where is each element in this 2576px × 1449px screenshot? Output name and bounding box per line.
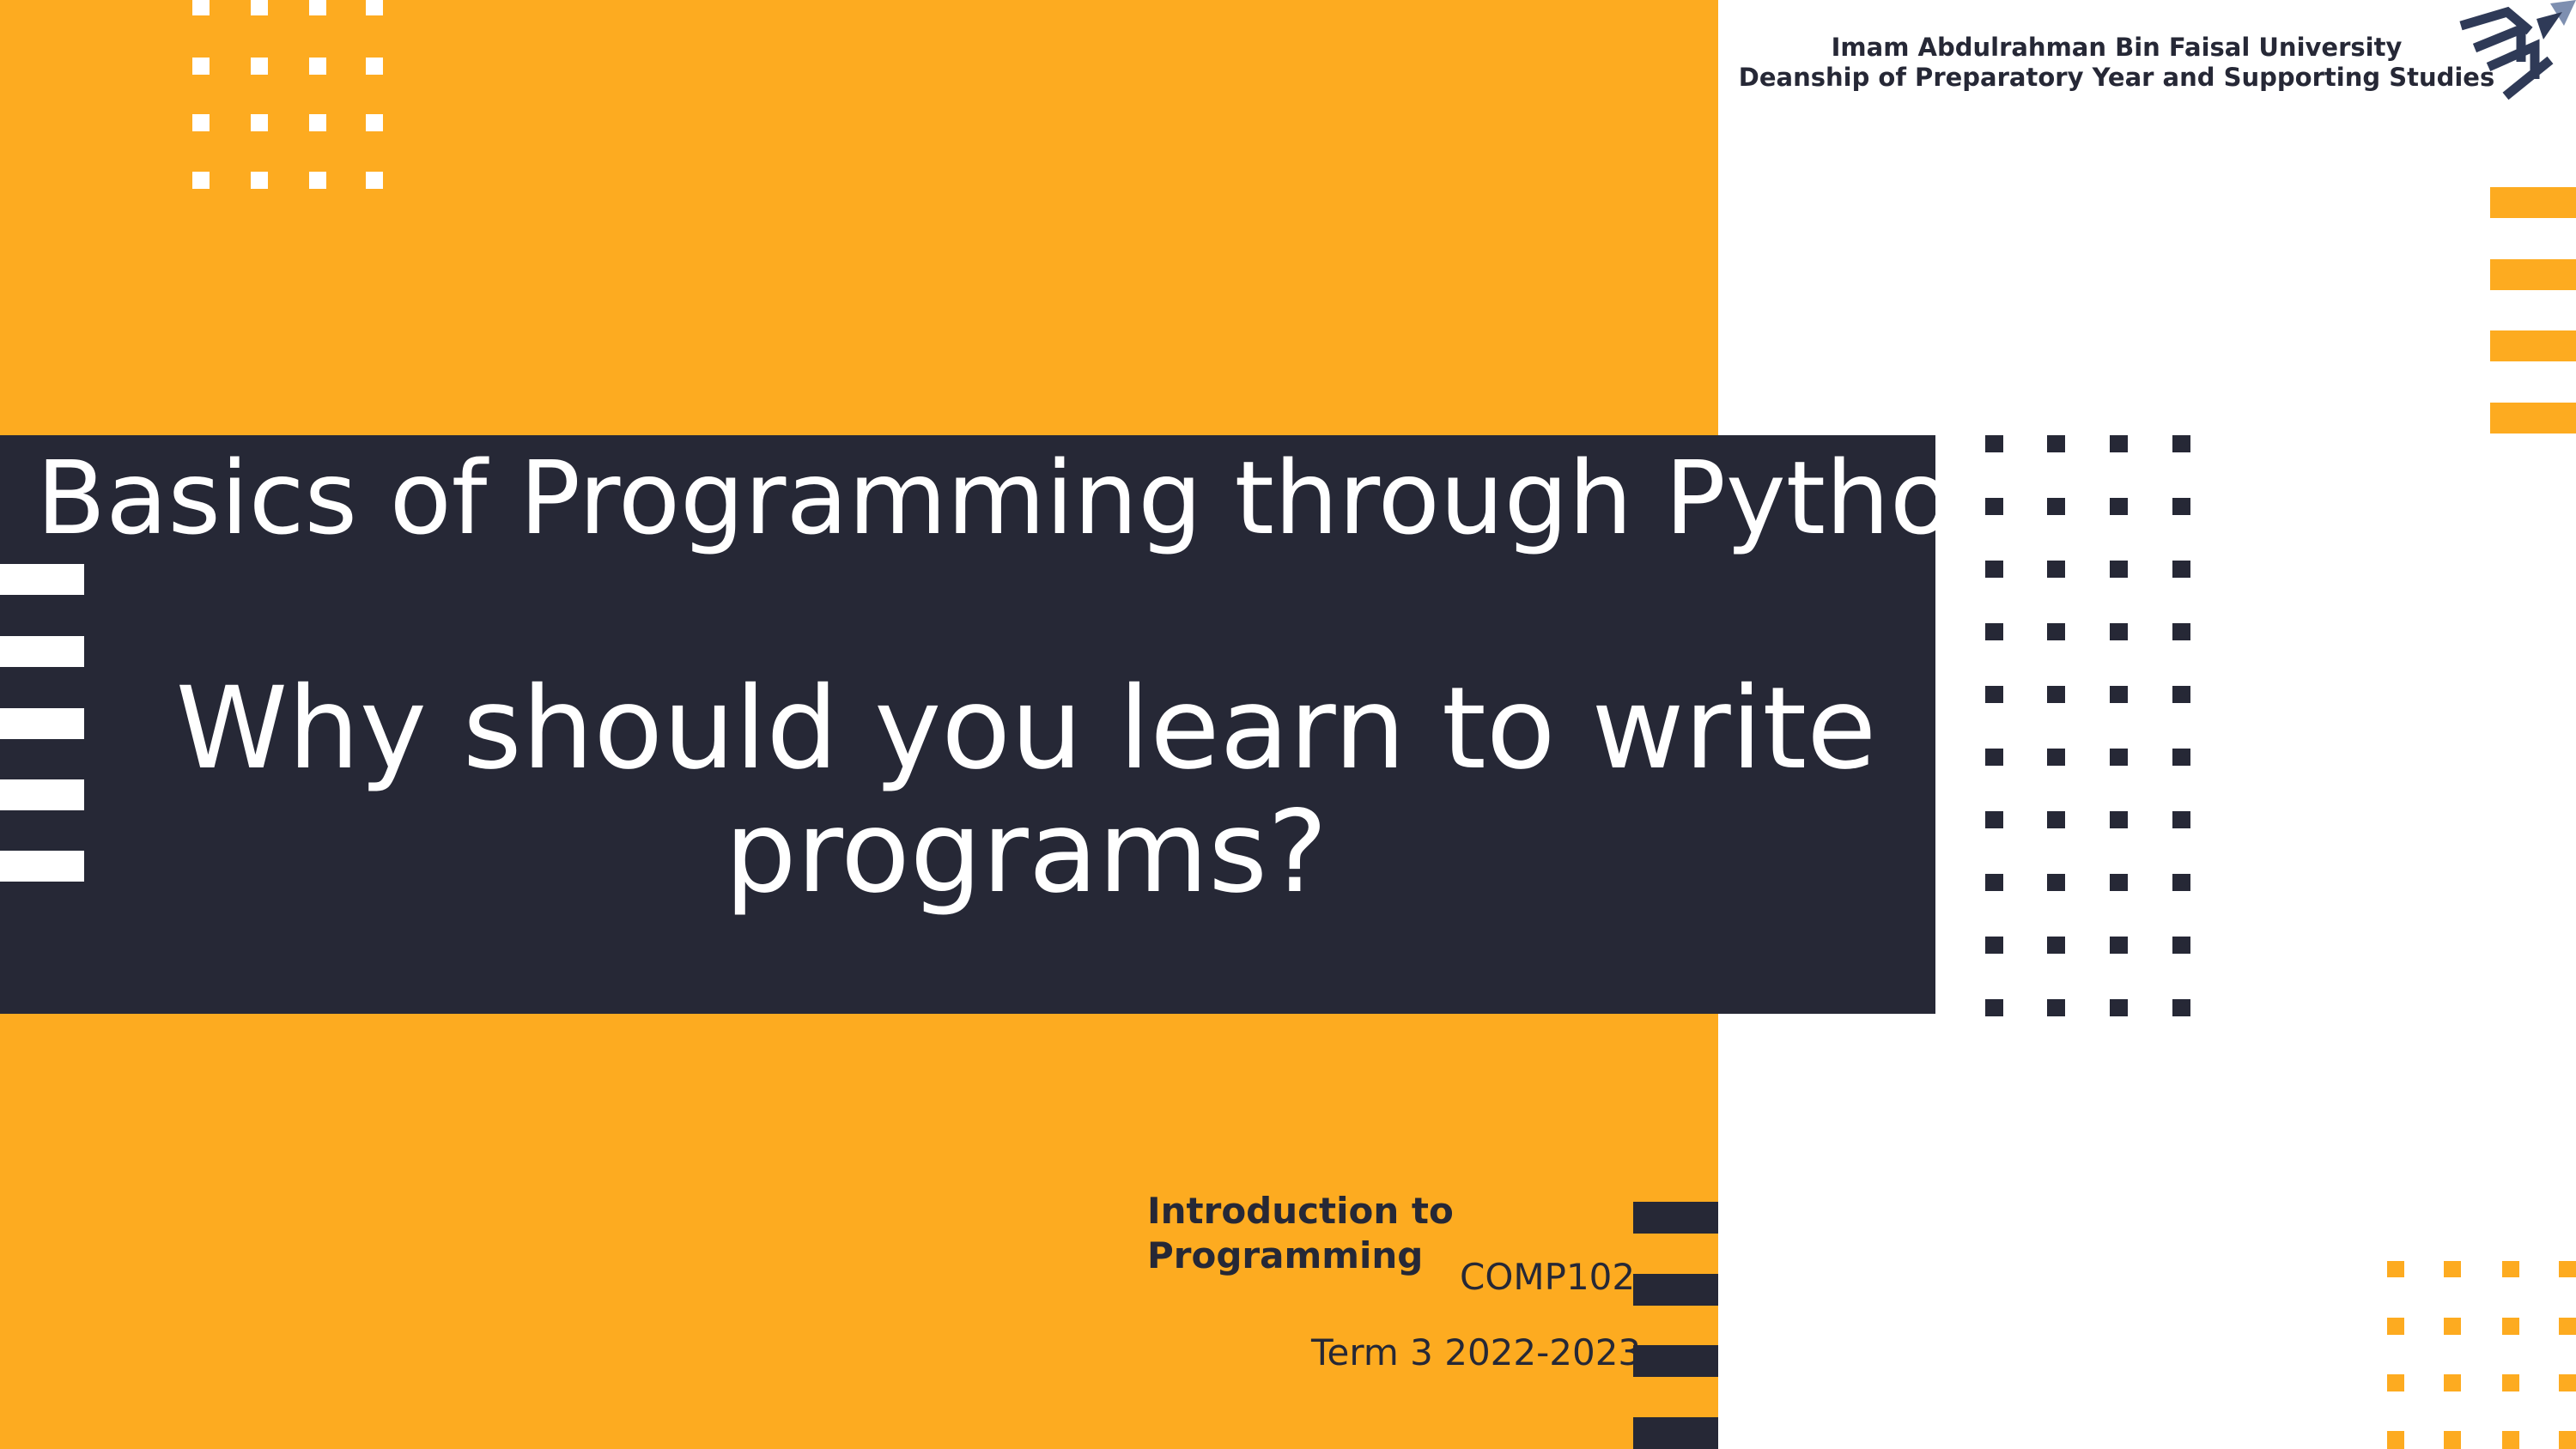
right-dark-dot-grid xyxy=(1975,429,2207,1022)
course-name: Introduction to Programming xyxy=(1147,1190,1454,1276)
deanship-name: Deanship of Preparatory Year and Support… xyxy=(1738,63,2495,92)
bottom-right-orange-dot-grid xyxy=(2387,1258,2576,1449)
slide-subtitle-question: Why should you learn to write programs? xyxy=(175,663,1877,919)
university-logo-icon xyxy=(2454,0,2576,107)
top-left-dot-grid xyxy=(0,0,395,197)
university-header: Imam Abdulrahman Bin Faisal University D… xyxy=(1735,33,2499,93)
course-term: Term 3 2022-2023 xyxy=(1311,1331,1642,1373)
university-name: Imam Abdulrahman Bin Faisal University xyxy=(1831,33,2403,62)
course-code: COMP102 xyxy=(1460,1256,1636,1298)
slide-title: Basics of Programming through Python xyxy=(36,439,2016,557)
bottom-dark-stripes xyxy=(1633,1202,1719,1449)
top-right-orange-stripes xyxy=(2490,187,2576,436)
title-block: Basics of Programming through Python Why… xyxy=(0,435,2052,1014)
